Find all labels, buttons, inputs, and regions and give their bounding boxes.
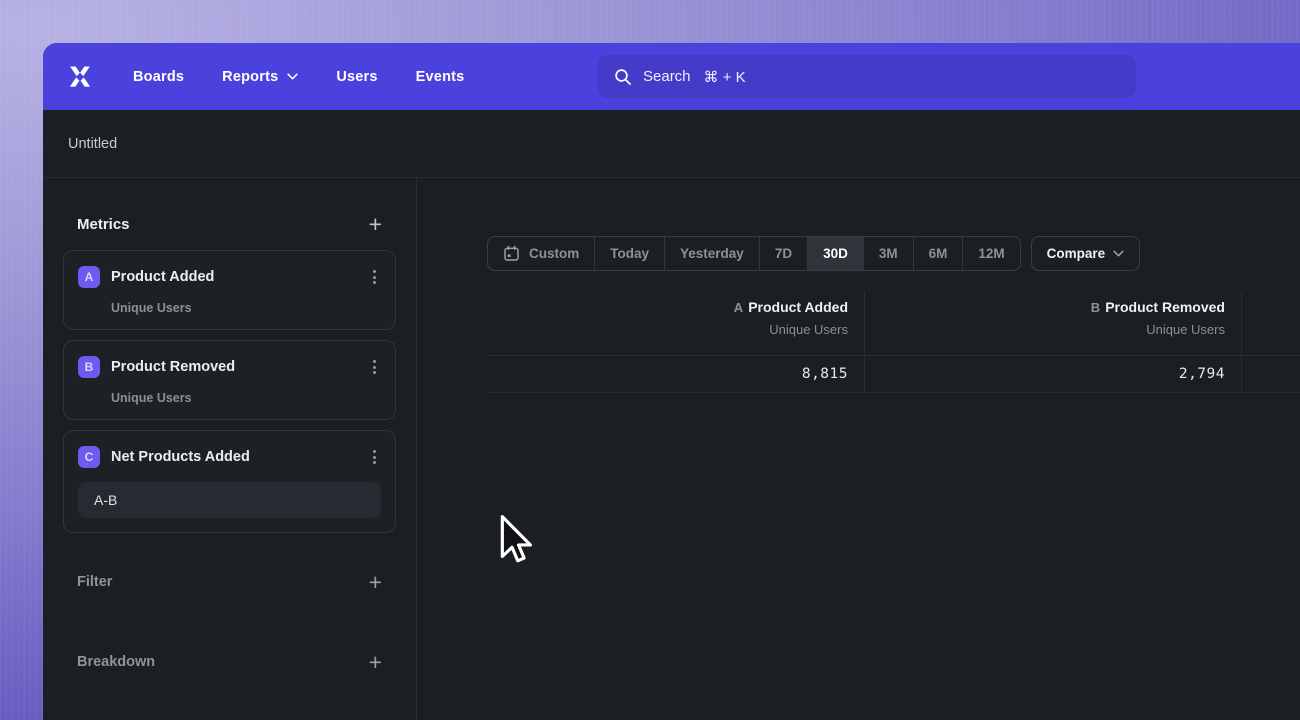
range-tab-today[interactable]: Today — [594, 237, 664, 270]
metric-measurement[interactable]: Unique Users — [111, 391, 381, 405]
metric-card-a[interactable]: A Product Added Unique Users — [63, 250, 396, 330]
column-letter: A — [734, 300, 743, 315]
breakdown-label: Breakdown — [77, 654, 155, 670]
range-tab-7d[interactable]: 7D — [759, 237, 807, 270]
range-tab-6m[interactable]: 6M — [913, 237, 963, 270]
search-shortcut: ⌘ + K — [704, 68, 746, 86]
table-column-b: B Product Removed Unique Users 2,794 — [865, 291, 1242, 393]
nav-item-boards[interactable]: Boards — [133, 69, 184, 85]
column-name: Product Removed — [1105, 299, 1225, 315]
date-range-control: Custom Today Yesterday 7D 30D 3M 6M 12M — [487, 236, 1021, 271]
metrics-label: Metrics — [77, 216, 130, 233]
metrics-table: A Product Added Unique Users 8,815 B Produ… — [487, 291, 1300, 393]
metric-card-b[interactable]: B Product Removed Unique Users — [63, 340, 396, 420]
range-tab-12m[interactable]: 12M — [962, 237, 1019, 270]
report-main: Custom Today Yesterday 7D 30D 3M 6M 12M … — [417, 178, 1300, 720]
metric-badge-a: A — [78, 266, 100, 288]
table-cell-value[interactable]: 8,815 — [487, 355, 864, 393]
query-builder-sidebar: Metrics + A Product Added Unique Users B… — [43, 178, 417, 720]
search-placeholder: Search — [643, 68, 691, 85]
search-icon — [614, 68, 632, 86]
filter-section: Filter + — [63, 567, 396, 597]
search-input[interactable]: Search ⌘ + K — [598, 55, 1136, 98]
range-tab-yesterday[interactable]: Yesterday — [664, 237, 759, 270]
mouse-cursor-icon — [496, 514, 534, 570]
chevron-down-icon — [287, 73, 298, 80]
board-titlebar: Untitled — [43, 110, 1300, 178]
compare-label: Compare — [1047, 246, 1106, 261]
nav-item-reports[interactable]: Reports — [222, 69, 298, 85]
kebab-menu-icon[interactable] — [368, 447, 381, 467]
column-sub: Unique Users — [487, 322, 848, 337]
formula-input[interactable]: A-B — [78, 482, 381, 518]
mixpanel-logo-icon[interactable]: X — [64, 62, 96, 92]
range-tab-30d[interactable]: 30D — [807, 237, 863, 270]
column-header: A Product Added Unique Users — [487, 291, 864, 355]
board-title[interactable]: Untitled — [68, 136, 117, 152]
metrics-header: Metrics + — [63, 208, 396, 240]
metric-card-c[interactable]: C Net Products Added A-B — [63, 430, 396, 533]
nav-item-events[interactable]: Events — [416, 69, 465, 85]
kebab-menu-icon[interactable] — [368, 357, 381, 377]
compare-button[interactable]: Compare — [1031, 236, 1141, 271]
nav-item-users[interactable]: Users — [336, 69, 377, 85]
metric-name: Net Products Added — [111, 449, 250, 465]
nav-item-reports-label: Reports — [222, 69, 278, 85]
top-nav: X Boards Reports Users Events Search ⌘ +… — [43, 43, 1300, 110]
date-range-toolbar: Custom Today Yesterday 7D 30D 3M 6M 12M … — [487, 236, 1140, 271]
table-column-empty — [1242, 291, 1300, 393]
column-header: B Product Removed Unique Users — [865, 291, 1241, 355]
chevron-down-icon — [1113, 250, 1124, 257]
metric-badge-c: C — [78, 446, 100, 468]
range-tab-custom-label: Custom — [529, 246, 579, 261]
add-breakdown-button[interactable]: + — [369, 652, 382, 672]
filter-label: Filter — [77, 574, 112, 590]
range-tab-3m[interactable]: 3M — [863, 237, 913, 270]
add-filter-button[interactable]: + — [369, 572, 382, 592]
metric-name: Product Added — [111, 269, 214, 285]
column-letter: B — [1091, 300, 1100, 315]
add-metric-button[interactable]: + — [369, 214, 382, 234]
breakdown-section: Breakdown + — [63, 647, 396, 677]
nav-menu: Boards Reports Users Events — [133, 69, 464, 85]
calendar-icon — [503, 245, 520, 262]
metric-measurement[interactable]: Unique Users — [111, 301, 381, 315]
column-name: Product Added — [748, 299, 848, 315]
kebab-menu-icon[interactable] — [368, 267, 381, 287]
column-sub: Unique Users — [865, 322, 1225, 337]
table-cell-value[interactable]: 2,794 — [865, 355, 1241, 393]
metric-badge-b: B — [78, 356, 100, 378]
metric-name: Product Removed — [111, 359, 235, 375]
range-tab-custom[interactable]: Custom — [488, 237, 594, 270]
table-column-a: A Product Added Unique Users 8,815 — [487, 291, 865, 393]
app-window: X Boards Reports Users Events Search ⌘ +… — [43, 43, 1300, 720]
